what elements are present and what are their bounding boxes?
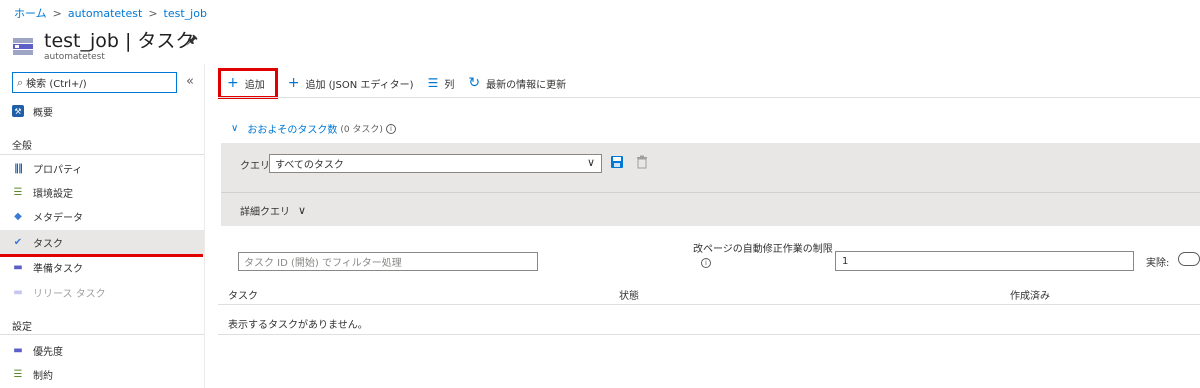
- columns-button[interactable]: ☰ 列: [428, 76, 455, 91]
- sidebar-item-label: 環境設定: [33, 188, 73, 200]
- sidebar-item-metadata[interactable]: ◆ メタデータ: [0, 204, 205, 228]
- plus-icon: +: [287, 75, 300, 91]
- sidebar-item-priority[interactable]: ▬ 優先度: [0, 338, 205, 362]
- column-header-task[interactable]: タスク: [228, 287, 258, 302]
- sidebar-search-input[interactable]: ⌕ 検索 (Ctrl+/): [12, 72, 177, 93]
- chevron-down-icon: ∨: [298, 204, 307, 217]
- divider: [0, 334, 204, 335]
- search-icon: ⌕: [17, 75, 24, 89]
- sidebar-item-label: プロパティ: [33, 164, 83, 176]
- approx-task-count-label: おおよそのタスク数: [247, 125, 338, 136]
- section-settings-heading: 設定: [12, 322, 32, 333]
- breadcrumb-account[interactable]: automatetest: [68, 7, 142, 20]
- tasks-icon: ✔: [13, 236, 23, 248]
- page-limit-input[interactable]: 1: [835, 251, 1134, 271]
- plus-icon: +: [227, 75, 239, 91]
- breadcrumb-separator: >: [148, 6, 158, 20]
- chevron-down-icon: ∨: [586, 156, 595, 169]
- refresh-button[interactable]: ↻ 最新の情報に更新: [468, 75, 566, 91]
- query-select-value: すべてのタスク: [275, 160, 344, 171]
- sidebar-item-label: 優先度: [33, 346, 63, 358]
- prep-task-icon: ▬: [13, 261, 23, 273]
- sidebar-item-label: 制約: [33, 370, 53, 382]
- divider: [218, 97, 1200, 98]
- priority-icon: ▬: [13, 344, 23, 356]
- release-task-icon: ▬: [13, 286, 23, 298]
- sidebar-item-label: 概要: [33, 107, 53, 119]
- collapse-sidebar-icon[interactable]: «: [186, 74, 194, 89]
- add-button-label: 追加: [244, 79, 265, 91]
- column-header-state[interactable]: 状態: [619, 287, 639, 302]
- breadcrumb-job[interactable]: test_job: [164, 7, 207, 20]
- exec-toggle[interactable]: [1178, 252, 1200, 266]
- advanced-query-toggle[interactable]: 詳細クエリ ∨: [240, 203, 306, 218]
- column-header-created[interactable]: 作成済み: [1010, 287, 1050, 302]
- save-icon[interactable]: [610, 155, 624, 169]
- page-title: test_job | タスク: [44, 30, 195, 52]
- breadcrumb-home[interactable]: ホーム: [14, 5, 47, 21]
- command-bar: + 追加 + 追加 (JSON エディター) ☰ 列 ↻ 最新の情報に更新: [218, 67, 580, 99]
- breadcrumb: ホーム > automatetest > test_job: [14, 5, 207, 21]
- columns-button-label: 列: [444, 79, 455, 91]
- sidebar-item-environment[interactable]: ☰ 環境設定: [0, 180, 205, 204]
- search-placeholder: 検索 (Ctrl+/): [26, 79, 87, 90]
- add-json-button[interactable]: + 追加 (JSON エディター): [288, 75, 414, 91]
- sidebar-item-label: リリース タスク: [33, 288, 106, 300]
- sidebar-item-tasks[interactable]: ✔ タスク: [0, 230, 205, 254]
- page-subtitle: automatetest: [44, 52, 105, 62]
- add-json-button-label: 追加 (JSON エディター): [305, 79, 414, 91]
- refresh-button-label: 最新の情報に更新: [486, 79, 567, 91]
- pin-icon[interactable]: 🖈: [186, 31, 198, 53]
- sidebar-item-properties[interactable]: ‖‖ プロパティ: [0, 156, 205, 180]
- task-id-filter-input[interactable]: タスク ID (開始) でフィルター処理: [238, 252, 538, 271]
- filter-placeholder: タスク ID (開始) でフィルター処理: [244, 258, 402, 269]
- sidebar-item-label: メタデータ: [33, 212, 83, 224]
- sidebar-item-overview[interactable]: ⚒ 概要: [0, 99, 205, 123]
- page-limit-label: 改ページの自動修正作業の制限: [693, 244, 833, 255]
- divider: [218, 334, 1200, 335]
- environment-icon: ☰: [13, 186, 23, 198]
- query-select[interactable]: すべてのタスク ∨: [269, 154, 602, 173]
- sidebar-item-label: 準備タスク: [33, 263, 83, 275]
- exec-label: 実除:: [1146, 258, 1170, 269]
- info-icon[interactable]: i: [385, 123, 396, 134]
- sidebar-item-constraints[interactable]: ☰ 制約: [0, 362, 205, 386]
- constraints-icon: ☰: [13, 368, 23, 380]
- section-general-heading: 全般: [12, 141, 32, 152]
- sidebar-item-release-tasks: ▬ リリース タスク: [0, 280, 205, 304]
- empty-table-message: 表示するタスクがありません。: [228, 320, 368, 331]
- approx-task-count-value: (0 タスク): [340, 125, 383, 135]
- chevron-down-icon: ∨: [231, 123, 239, 134]
- batch-job-icon: [13, 38, 33, 55]
- delete-icon: [637, 155, 647, 169]
- divider: [218, 304, 1200, 305]
- page-limit-value: 1: [842, 255, 849, 267]
- approx-task-count-toggle[interactable]: ∨ おおよそのタスク数 (0 タスク) i: [231, 121, 396, 136]
- sidebar-item-label: タスク: [33, 238, 63, 250]
- divider: [0, 154, 204, 155]
- metadata-icon: ◆: [14, 210, 22, 222]
- divider: [221, 192, 1200, 193]
- sidebar-item-prep-tasks[interactable]: ▬ 準備タスク: [0, 255, 205, 279]
- sidebar-divider: [204, 64, 205, 388]
- properties-icon: ‖‖: [14, 162, 23, 174]
- info-icon[interactable]: i: [701, 258, 711, 268]
- columns-icon: ☰: [427, 76, 439, 90]
- overview-icon: ⚒: [12, 105, 24, 117]
- add-button[interactable]: + 追加: [218, 67, 278, 99]
- breadcrumb-separator: >: [52, 6, 62, 20]
- advanced-query-label: 詳細クエリ: [240, 207, 290, 218]
- refresh-icon: ↻: [468, 75, 481, 91]
